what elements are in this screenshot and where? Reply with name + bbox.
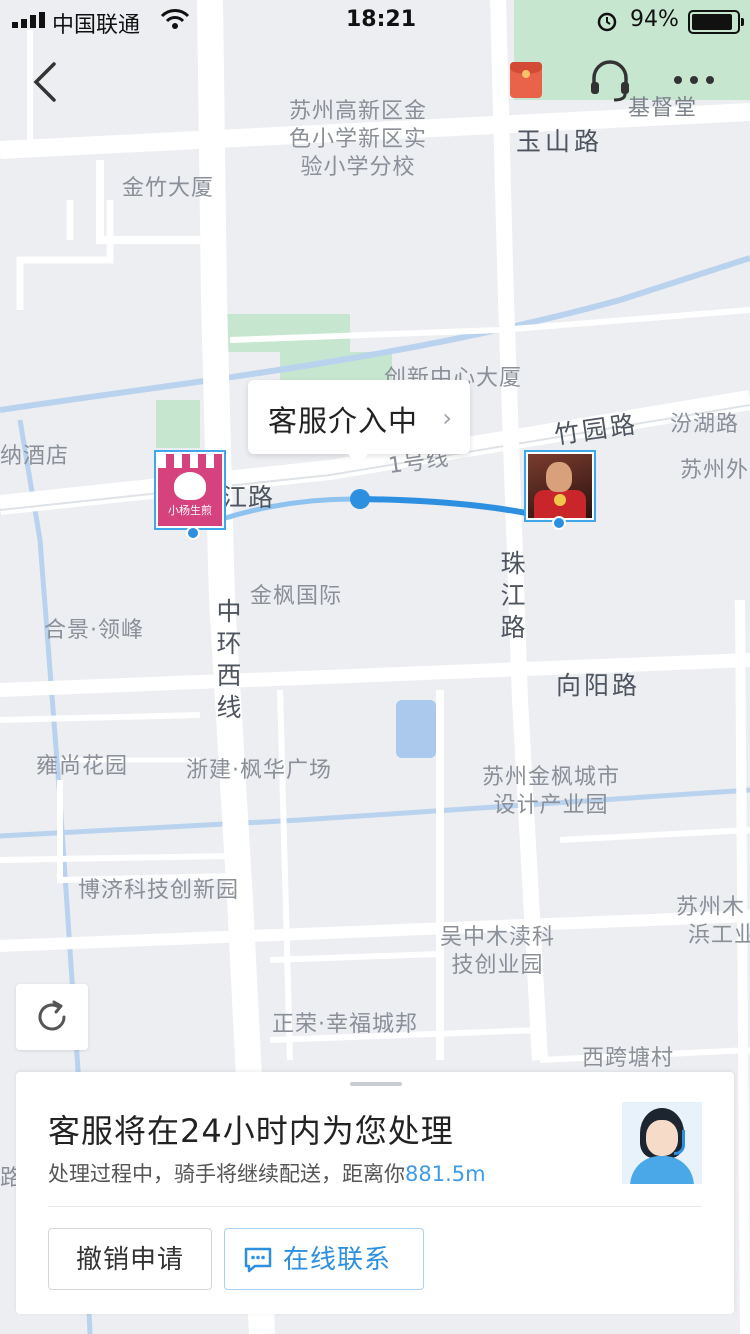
shop-pin [186,526,200,540]
battery-icon [688,10,744,34]
status-bar: 中国联通 18:21 94% [0,0,750,40]
alarm-icon [597,12,617,32]
signal-icon [12,12,45,28]
shop-marker[interactable]: 小杨生煎 [156,452,224,528]
map-label-zhujiang-road: 珠江路 [500,549,526,642]
shop-logo: 小杨生煎 [156,452,224,528]
popup-label: 客服介入中 [268,404,419,438]
map-label-school: 苏州高新区金 色小学新区实 验小学分校 [288,99,427,180]
headset-icon[interactable] [588,58,632,102]
chat-bubble-icon [244,1247,272,1273]
divider [48,1206,702,1207]
cancel-request-button[interactable]: 撤销申请 [48,1228,212,1290]
wifi-icon [160,9,190,29]
online-contact-button[interactable]: 在线联系 [224,1228,424,1290]
rider-badge [554,494,566,506]
rider-marker[interactable] [526,452,594,520]
map-label-boji: 博济科技创新园 [78,878,240,903]
map-label-zhengrong: 正荣·幸福城邦 [272,1012,418,1037]
rider-position-dot [350,489,370,509]
green-area [222,314,350,352]
rider-distance: 881.5m [405,1162,486,1186]
red-packet-icon[interactable] [510,62,542,98]
service-panel: 客服将在24小时内为您处理 处理过程中，骑手将继续配送，距离你881.5m 撤销… [16,1072,734,1314]
map-label-suzhou-wai: 苏州外 [680,458,750,483]
rider-pin [552,516,566,530]
customer-service-avatar [622,1102,702,1184]
map-label-yushan-road: 玉山路 [516,127,604,156]
back-chevron-icon[interactable] [28,60,64,104]
rider-face [546,462,572,492]
shop-name: 小杨生煎 [168,504,212,517]
map-label-suzhou-mu: 苏州木 浜工业 [676,895,750,948]
carrier-name: 中国联通 [52,13,141,38]
map-label-wuzhong: 吴中木渎科 技创业园 [440,925,556,978]
subtitle-text: 处理过程中，骑手将继续配送，距离你 [48,1162,405,1186]
map-label-fenhu-road: 汾湖路 [670,412,740,437]
map-label-zhonghuan-west: 中环西线 [216,597,242,722]
map-label-xiangyang-road: 向阳路 [556,671,641,700]
dumpling-icon [174,472,206,500]
online-contact-label: 在线联系 [283,1245,392,1275]
pond [396,700,436,758]
map-label-hejing: 合景·领峰 [44,618,144,643]
customer-service-popup[interactable]: 客服介入中 › [248,380,470,464]
green-area [156,400,200,448]
map-label-jidutang: 基督堂 [628,96,698,121]
shop-awning [158,454,222,468]
refresh-button[interactable] [16,984,88,1050]
map-label-jinfeng-park: 苏州金枫城市 设计产业园 [482,765,621,818]
panel-subtitle: 处理过程中，骑手将继续配送，距离你881.5m [48,1158,486,1188]
clock: 18:21 [346,7,417,32]
more-dots-icon[interactable] [670,70,718,90]
drag-handle[interactable] [350,1082,402,1086]
map-label-road-partial: 江路 [222,483,275,512]
map-label-xikua: 西跨塘村 [582,1046,675,1071]
battery-percent: 94% [630,7,679,32]
map-label-jinfeng-intl: 金枫国际 [250,584,343,609]
map-label-jinzhu: 金竹大厦 [122,176,215,201]
chevron-right-icon: › [442,404,452,432]
refresh-icon [38,1000,66,1031]
map-label-zhejian: 浙建·枫华广场 [186,758,332,783]
panel-title: 客服将在24小时内为您处理 [48,1112,454,1150]
map-label-yongshang: 雍尚花园 [36,754,129,779]
map-label-hotel: 纳酒店 [0,444,70,469]
